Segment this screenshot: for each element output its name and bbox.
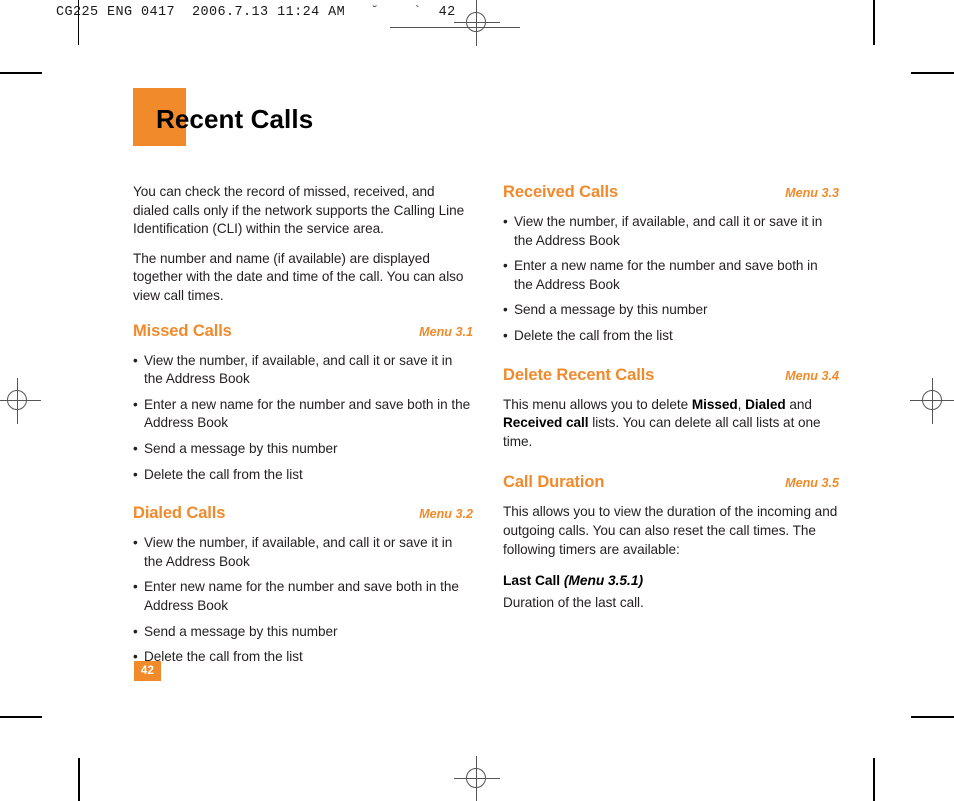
section-title: Dialed Calls [133,504,226,523]
document-page: CG225 ENG 0417 2006.7.13 11:24 AM ˘ ` 42… [0,0,954,801]
paragraph-text: This menu allows you to delete [503,396,692,412]
crop-mark-bottom-right-vertical [873,758,875,801]
running-head: CG225 ENG 0417 2006.7.13 11:24 AM ˘ ` 42 [56,5,456,20]
running-head-page: 42 [438,5,456,20]
right-column: Received Calls Menu 3.3 View the number,… [503,183,839,624]
section-menu-number: Menu 3.5 [785,476,839,491]
crop-mark-bottom-right-horizontal [911,716,954,718]
subsection-header-last-call: Last Call (Menu 3.5.1) [503,573,839,588]
crop-mark-top-right-vertical [873,0,875,45]
list-item: Enter a new name for the number and save… [503,257,839,294]
subsection-title: Last Call [503,573,561,589]
crop-mark-top-right-horizontal [911,72,954,74]
list-item: Enter a new name for the number and save… [133,396,473,433]
section-menu-number: Menu 3.4 [785,368,839,383]
list-item: Enter new name for the number and save b… [133,578,473,615]
list-item: Delete the call from the list [133,466,473,485]
page-title: Recent Calls [156,104,314,134]
registration-mark-bottom [454,756,500,801]
section-title: Received Calls [503,183,619,201]
emphasis-missed: Missed [691,396,738,412]
registration-mark-top [454,0,500,46]
crop-mark-bottom-left-vertical [78,758,80,801]
bullet-list-dialed-calls: View the number, if available, and call … [133,534,473,667]
list-item: Send a message by this number [133,440,473,459]
page-number-badge: 42 [134,661,161,681]
section-header-missed-calls: Missed Calls Menu 3.1 [133,322,473,343]
running-head-date: 2006.7.13 [192,5,269,20]
section-menu-number: Menu 3.1 [419,324,473,339]
left-column: You can check the record of missed, rece… [133,183,473,677]
section-title: Call Duration [503,473,605,492]
intro-paragraph-1: You can check the record of missed, rece… [133,184,465,237]
last-call-description: Duration of the last call. [503,595,644,611]
section-menu-number: Menu 3.3 [785,186,839,200]
call-duration-paragraph: This allows you to view the duration of … [503,504,838,557]
section-header-received-calls: Received Calls Menu 3.3 [503,183,839,204]
list-item: View the number, if available, and call … [133,534,473,571]
list-item: View the number, if available, and call … [133,352,473,389]
crop-mark-top-left-horizontal [0,72,42,74]
list-item: Delete the call from the list [133,648,473,667]
section-header-dialed-calls: Dialed Calls Menu 3.2 [133,504,473,525]
section-title: Missed Calls [133,321,232,340]
section-title: Delete Recent Calls [503,365,655,384]
delete-recent-calls-paragraph: This menu allows you to delete Missed, D… [503,396,839,452]
running-head-doc-code: CG225 ENG 0417 [56,5,176,20]
crop-mark-bottom-left-horizontal [0,716,42,718]
section-menu-number: Menu 3.2 [419,507,473,522]
emphasis-dialed: Dialed [745,396,786,412]
paragraph-text: and [785,396,812,412]
list-item: Delete the call from the list [503,327,839,346]
running-head-mark-a: ˘ [370,5,380,20]
running-head-time: 11:24 AM [277,5,346,20]
registration-mark-right [910,378,954,424]
bullet-list-received-calls: View the number, if available, and call … [503,213,839,346]
registration-mark-left [0,378,41,424]
list-item: View the number, if available, and call … [503,213,839,250]
section-header-call-duration: Call Duration Menu 3.5 [503,473,839,494]
section-header-delete-recent-calls: Delete Recent Calls Menu 3.4 [503,366,839,387]
bullet-list-missed-calls: View the number, if available, and call … [133,352,473,485]
running-head-mark-b: ` [413,5,422,20]
list-item: Send a message by this number [133,623,473,642]
intro-paragraph-2: The number and name (if available) are d… [133,250,464,303]
subsection-menu-number: (Menu 3.5.1) [563,573,643,589]
emphasis-received-call: Received call [503,415,589,431]
list-item: Send a message by this number [503,301,839,320]
